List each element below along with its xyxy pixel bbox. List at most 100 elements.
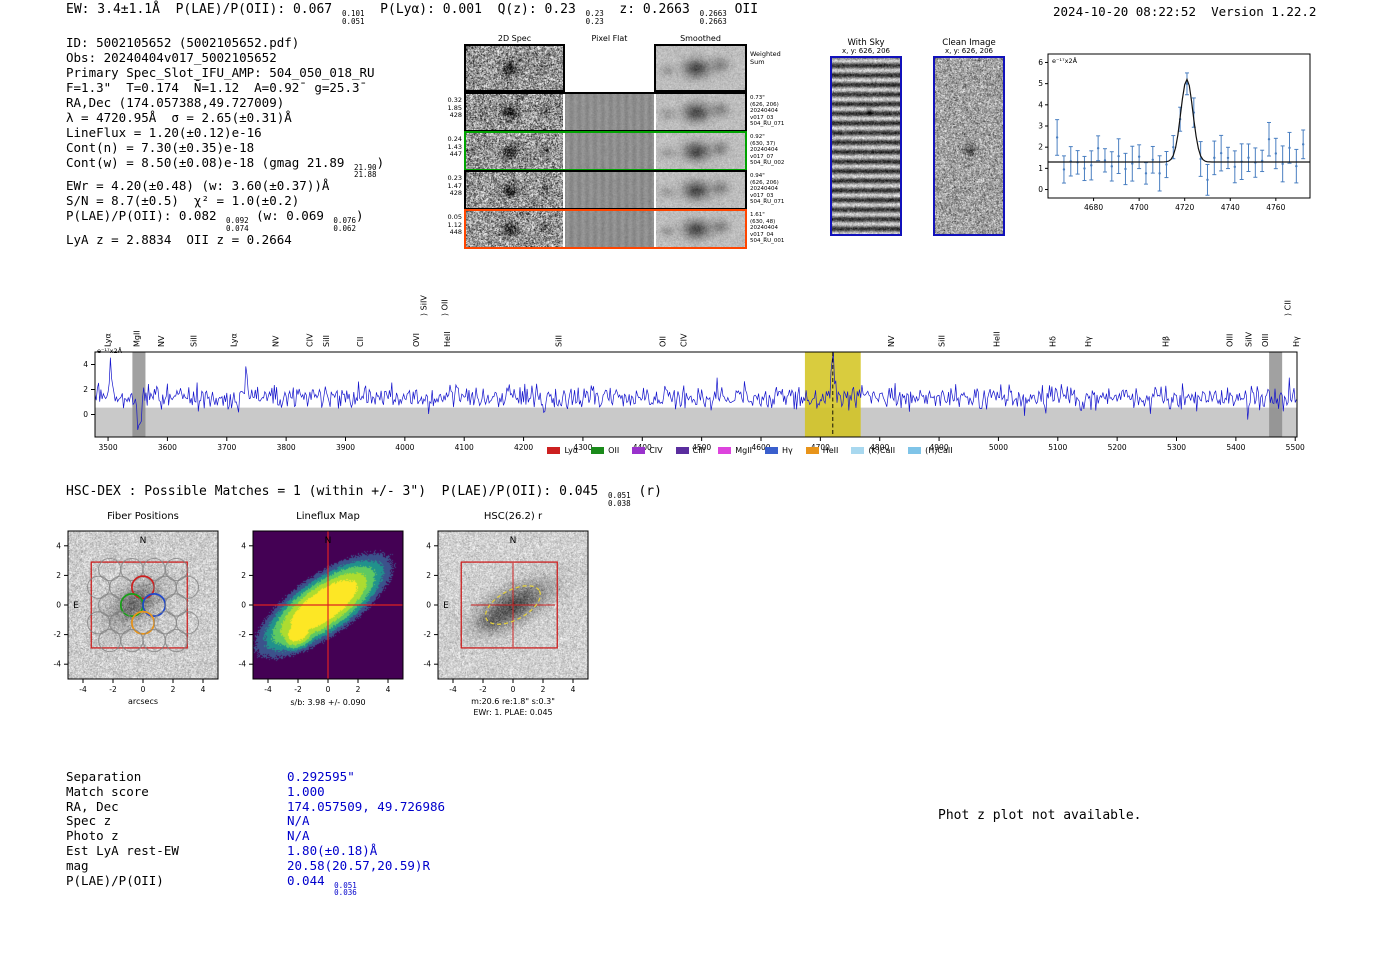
clean-coords: x, y: 626, 206 — [945, 47, 993, 55]
emission-line-label: OIII — [1261, 334, 1270, 347]
match-field-label: Photo z — [66, 828, 119, 844]
row-annotation: (630, 48) — [750, 218, 776, 225]
data-point — [1124, 167, 1127, 171]
y-tick-label: -2 — [239, 630, 247, 639]
info-line: Obs: 20240404v017_5002105652 — [66, 49, 277, 65]
y-tick-label: 0 — [426, 601, 431, 610]
spec2d-2d-strip — [466, 172, 563, 208]
data-point — [1117, 154, 1120, 158]
match-table-row: Separation 0.292595" — [66, 769, 445, 785]
match-table-row: RA, Dec 174.057509, 49.726986 — [66, 798, 445, 815]
legend-item: OII — [591, 446, 619, 455]
legend-item: CIII — [675, 446, 705, 455]
legend-label: (H)CaII — [925, 446, 953, 455]
uncertainty-bounds: 0.092 0.074 — [226, 216, 249, 233]
fiber-circle — [153, 611, 177, 635]
emission-line-label: ⟩ OII — [441, 299, 450, 316]
emission-line-label: OII — [659, 336, 668, 347]
info-line: Cont(w) = 8.50(±0.08)e-18 (gmag 21.89 21… — [66, 154, 385, 180]
x-tick-label: -4 — [449, 685, 457, 694]
x-tick-label: 0 — [326, 685, 331, 694]
col-header-pixelflat: Pixel Flat — [591, 34, 628, 43]
x-tick-label: -2 — [109, 685, 117, 694]
spec2d-2d-strip — [466, 133, 563, 169]
legend-item: (H)CaII — [908, 446, 953, 455]
x-tick-label: -2 — [479, 685, 487, 694]
row-annotation: v017_04 — [750, 231, 774, 238]
match-table-row: mag 20.58(20.57,20.59)R — [66, 858, 445, 874]
spec2d-row-left-labels: 0.05 1.12 448 — [438, 213, 462, 237]
legend-item: Lyα — [547, 446, 578, 455]
compass-north-label: N — [325, 536, 332, 546]
fiber-circle — [164, 593, 188, 617]
compass-north-label: N — [140, 536, 147, 546]
data-point — [1083, 167, 1086, 170]
y-tick-label: 2 — [83, 385, 88, 394]
info-line: LineFlux = 1.20(±0.12)e-16 — [66, 124, 262, 140]
ifu-footprint-box — [90, 561, 188, 649]
hsc-r-caption2: EWr: 1. PLAE: 0.045 — [473, 708, 553, 717]
y-tick-label: 4 — [241, 541, 246, 550]
row-metric: 428 — [449, 189, 462, 198]
spec2d-smoothed-strip — [656, 172, 745, 208]
emission-line-label: HeII — [443, 331, 452, 347]
emission-line-label: Hγ — [1084, 336, 1093, 347]
legend-item: MgII — [718, 446, 752, 455]
row-annotation: 0.73" — [750, 95, 765, 101]
match-field-label: Est LyA rest-EW — [66, 842, 179, 858]
spec2d-pixelflat-strip — [565, 133, 654, 169]
match-table-row: Est LyA rest-EW 1.80(±0.18)Å — [66, 842, 445, 859]
data-point — [1301, 143, 1305, 146]
weighted-sum-label: Weighted Sum — [750, 50, 781, 66]
data-point — [1165, 163, 1168, 166]
data-point — [1226, 156, 1230, 160]
lineflux-map-overlay: -4 -4 -2 -2 0 0 2 2 4 4 N — [239, 530, 404, 694]
row-metric: 447 — [449, 150, 462, 159]
emission-line-label: Lyα — [104, 333, 113, 347]
y-tick-label: 0 — [56, 601, 61, 610]
data-point — [1213, 156, 1216, 160]
spec2d-row-right-labels: 0.92" (630, 37) 20240404 v017_07 504_RU_002 — [750, 134, 796, 167]
x-tick-label: 4740 — [1221, 203, 1240, 212]
x-tick-label: -2 — [294, 685, 302, 694]
data-point — [1151, 158, 1154, 161]
y-tick-label: 2 — [426, 571, 431, 580]
spec2d-2d-strip — [466, 46, 563, 90]
y-tick-label: 1 — [1038, 164, 1043, 173]
emission-line-label: NV — [272, 335, 281, 347]
match-table-row: Spec z N/A — [66, 813, 445, 829]
main-ylabel: e⁻¹⁷x2Å — [97, 347, 123, 355]
y-tick-label: -4 — [239, 660, 247, 669]
withsky-image — [832, 58, 900, 234]
spec2d-smoothed-strip — [656, 211, 745, 247]
data-point — [1144, 172, 1148, 175]
data-point — [1267, 138, 1271, 141]
emission-line-label: HeII — [993, 331, 1002, 347]
spec2d-2d-strip — [466, 211, 563, 247]
match-field-label: RA, Dec — [66, 798, 119, 814]
data-point — [1206, 178, 1209, 182]
legend-swatch — [591, 447, 605, 454]
x-tick-label: 4 — [201, 685, 206, 694]
y-tick-label: 4 — [56, 541, 61, 550]
x-tick-label: 3800 — [277, 443, 296, 450]
y-tick-label: -2 — [424, 630, 432, 639]
fiber-positions-overlay: -4 -4 -2 -2 0 0 2 2 4 4 N E — [54, 530, 219, 694]
spectrum-legend: Lyα OII CIV CIII MgII Hγ HeII (K)CaII (H)CaII — [420, 446, 1080, 455]
info-line: Primary Spec_Slot_IFU_AMP: 504_050_018_R… — [66, 64, 375, 80]
emission-line-label: CIV — [305, 333, 314, 347]
x-tick-label: 0 — [511, 685, 516, 694]
uncertainty-bounds: 21.90 21.88 — [353, 162, 377, 180]
legend-swatch — [764, 447, 778, 454]
info-line: RA,Dec (174.057388,49.727009) — [66, 94, 285, 110]
inset-ylabel: e⁻¹⁷x2Å — [1052, 57, 1078, 65]
x-tick-label: 5400 — [1226, 443, 1245, 450]
uncertainty-bounds: 0.101 0.051 — [341, 9, 365, 26]
y-tick-label: -4 — [54, 660, 62, 669]
row-annotation: 20240404 — [750, 147, 778, 154]
data-point — [1288, 146, 1291, 150]
x-tick-label: -4 — [264, 685, 272, 694]
legend-swatch — [908, 447, 922, 454]
data-point — [1110, 165, 1113, 168]
row-metric: 448 — [449, 228, 462, 237]
